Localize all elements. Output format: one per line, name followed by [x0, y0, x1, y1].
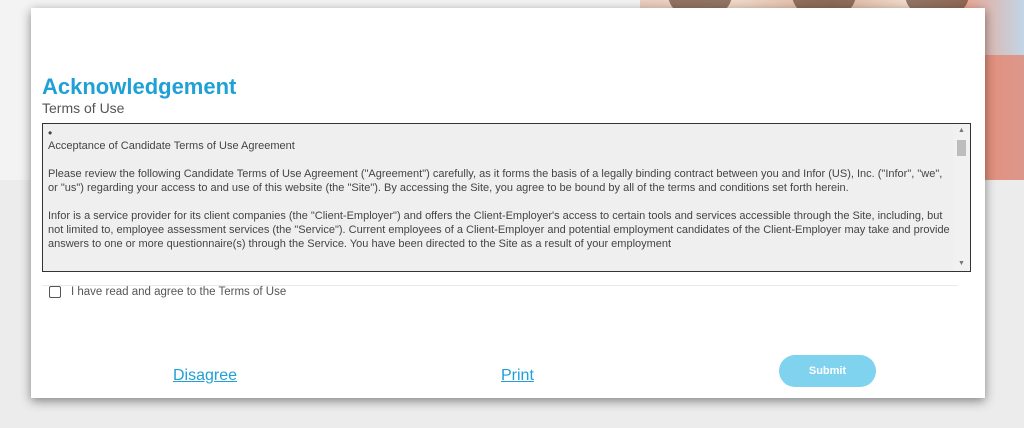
dialog-title: Acknowledgement — [42, 74, 237, 99]
scroll-up-arrow-icon[interactable]: ▲ — [953, 124, 970, 138]
agree-terms-label[interactable]: I have read and agree to the Terms of Us… — [71, 286, 286, 298]
terms-text: • Acceptance of Candidate Terms of Use A… — [48, 126, 953, 265]
dialog-subtitle: Terms of Use — [42, 100, 125, 116]
terms-of-use-scroll-box[interactable]: • Acceptance of Candidate Terms of Use A… — [42, 123, 971, 272]
terms-bullet: • — [48, 126, 53, 140]
submit-button[interactable]: Submit — [779, 355, 876, 387]
terms-scrollbar[interactable]: ▲ ▼ — [953, 124, 970, 271]
scroll-thumb[interactable] — [957, 140, 966, 156]
background-hero-accent — [985, 55, 1024, 180]
disagree-link[interactable]: Disagree — [173, 367, 237, 385]
terms-paragraph: Infor is a service provider for its clie… — [48, 210, 950, 250]
terms-heading: Acceptance of Candidate Terms of Use Agr… — [48, 140, 295, 152]
print-link[interactable]: Print — [501, 367, 534, 385]
terms-paragraph: Please review the following Candidate Te… — [48, 168, 943, 194]
agree-terms-row[interactable]: I have read and agree to the Terms of Us… — [49, 283, 286, 301]
acknowledgement-dialog: Acknowledgement Terms of Use • Acceptanc… — [31, 8, 985, 398]
scroll-down-arrow-icon[interactable]: ▼ — [953, 257, 970, 271]
agree-terms-checkbox[interactable] — [49, 286, 61, 298]
